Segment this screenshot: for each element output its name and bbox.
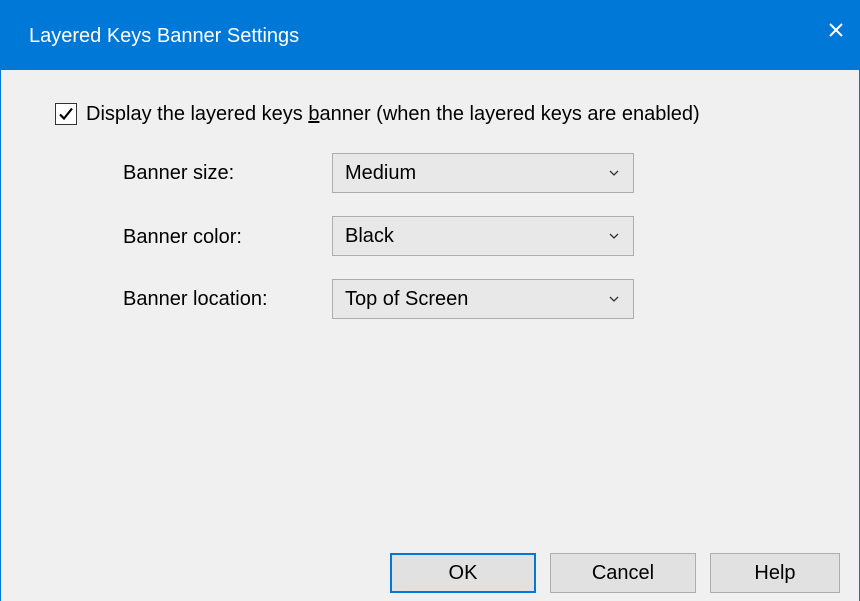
display-banner-label-end: anner (when the layered keys are enabled… [319,102,700,125]
settings-dialog: Layered Keys Banner Settings Display the… [0,0,860,601]
chevron-down-icon [609,296,619,302]
banner-location-value: Top of Screen [345,287,469,310]
banner-location-label: Banner location: [123,288,268,310]
banner-location-dropdown[interactable]: Top of Screen [332,279,634,319]
display-banner-checkbox[interactable] [55,103,77,125]
chevron-down-icon [609,170,619,176]
cancel-button[interactable]: Cancel [550,553,696,593]
close-button[interactable] [813,0,859,60]
display-banner-label: Display the layered keys banner (when th… [86,103,700,126]
display-banner-mnemonic: b [308,102,320,125]
close-icon [829,23,843,37]
display-banner-option[interactable]: Display the layered keys banner (when th… [55,100,700,128]
dialog-title: Layered Keys Banner Settings [29,25,300,47]
checkmark-icon [59,107,73,121]
banner-size-value: Medium [345,161,417,184]
banner-color-value: Black [345,224,394,247]
display-banner-label-start: Display the layered keys [86,102,309,125]
help-button[interactable]: Help [710,553,840,593]
title-bar: Layered Keys Banner Settings [1,0,859,70]
banner-color-dropdown[interactable]: Black [332,216,634,256]
banner-size-label: Banner size: [123,162,235,184]
banner-size-dropdown[interactable]: Medium [332,153,634,193]
chevron-down-icon [609,233,619,239]
banner-color-label: Banner color: [123,226,242,248]
ok-button[interactable]: OK [390,553,536,593]
